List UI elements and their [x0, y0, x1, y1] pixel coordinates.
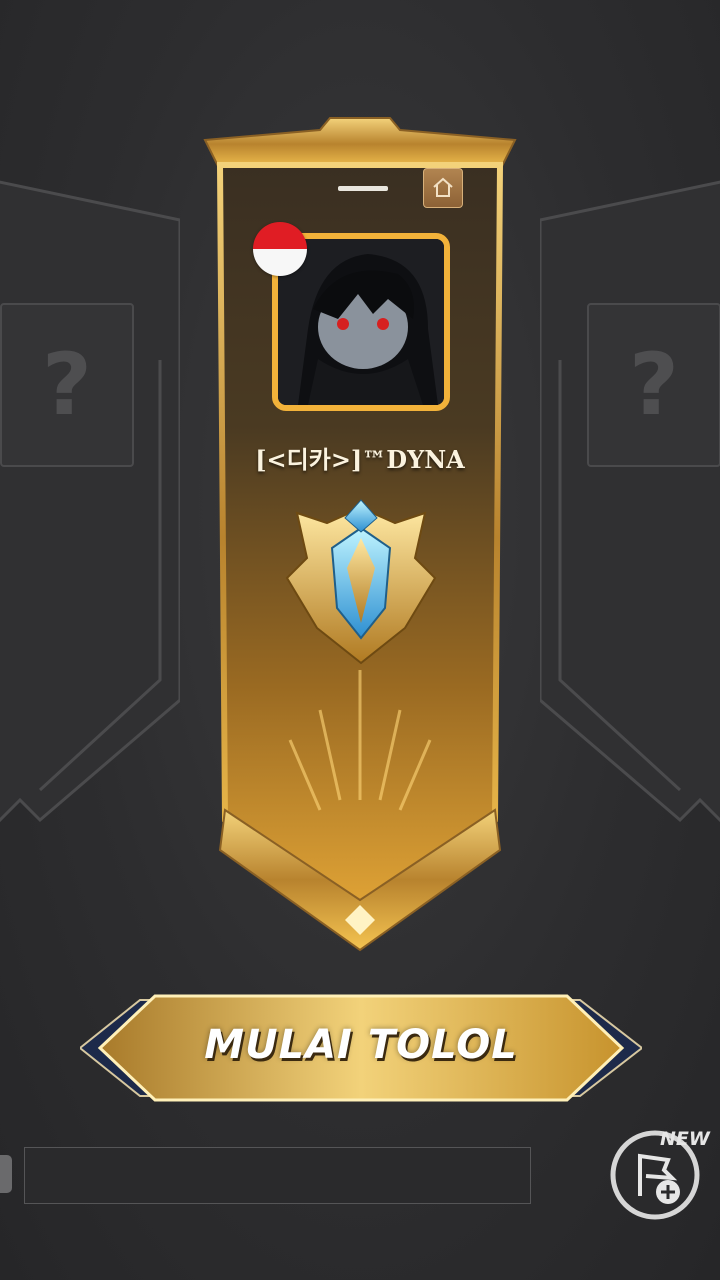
- home-button[interactable]: [423, 168, 463, 208]
- left-empty-slot-banner[interactable]: [0, 180, 180, 840]
- bottom-bar-handle[interactable]: [0, 1155, 12, 1193]
- question-mark: ?: [42, 335, 92, 435]
- left-empty-slot-box: ?: [0, 303, 134, 467]
- question-mark: ?: [629, 335, 679, 435]
- indonesia-flag-icon: [253, 222, 307, 276]
- home-icon: [433, 177, 453, 197]
- mythic-rank-emblem-icon[interactable]: [285, 498, 437, 668]
- new-badge: NEW: [660, 1128, 710, 1150]
- right-empty-slot-banner[interactable]: [540, 180, 720, 840]
- start-button[interactable]: [80, 992, 642, 1104]
- chat-input-bar[interactable]: [24, 1147, 531, 1204]
- banner-drag-handle: [338, 186, 388, 191]
- avatar-image: [278, 239, 444, 405]
- right-empty-slot-box: ?: [587, 303, 720, 467]
- player-name: [<디카>]™DYNA: [255, 445, 465, 474]
